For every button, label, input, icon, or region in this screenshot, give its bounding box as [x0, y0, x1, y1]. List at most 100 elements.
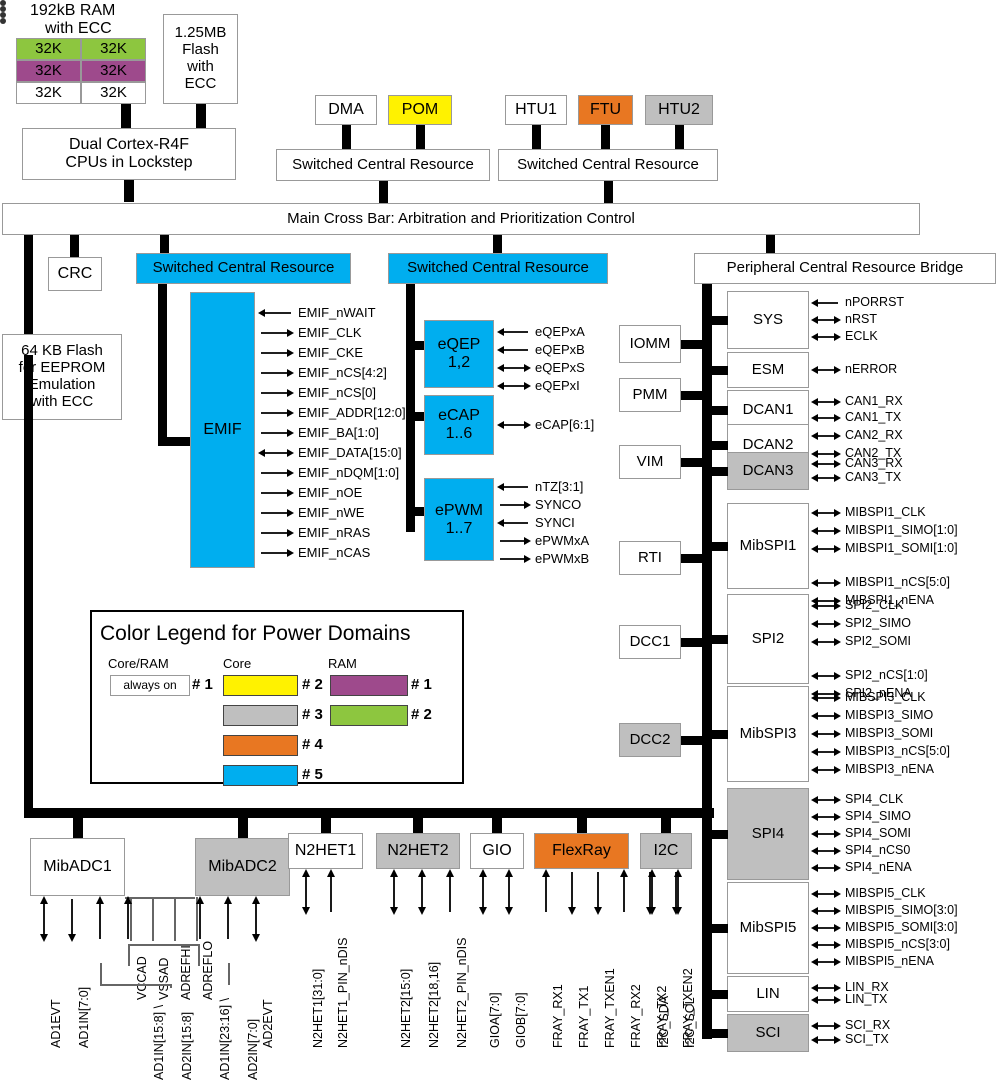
peripheral-signal-arrow-9-4: [811, 958, 841, 966]
pin-label-i2c-0: I2C_SDA: [657, 995, 671, 1048]
bottom-peripheral-n2het1: N2HET1: [288, 833, 363, 869]
peripheral-signal-arrow-10-0: [811, 984, 841, 992]
legend-swatch-always-on-label: always on: [123, 677, 177, 692]
flash-to-cpu-bus: [196, 104, 206, 128]
motor-block-ecap: eCAP 1..6: [424, 395, 494, 455]
pom-bus: [416, 125, 425, 149]
crossbar-to-crc: [70, 235, 79, 257]
pcr-left-module-vim: VIM: [619, 445, 681, 479]
pin-label-flexray-0: FRAY_RX1: [551, 984, 565, 1048]
pom-block-label: POM: [401, 101, 439, 119]
bottom-peripheral-n2het2-label: N2HET2: [387, 842, 449, 860]
emif-scr-block-label: Switched Central Resource: [152, 259, 335, 277]
legend-swatch-core-0: [223, 675, 298, 696]
peripheral-signal-label-8-0: SPI4_CLK: [845, 792, 904, 806]
peripheral-signal-arrow-7-2: [811, 730, 841, 738]
motor-signal-label-1-0: eCAP[6:1]: [535, 417, 595, 432]
peripheral-module-dcan3-label: DCAN3: [742, 461, 794, 479]
pcr-left-stub-3: [681, 554, 703, 563]
main-crossbar-label: Main Cross Bar: Arbitration and Prioriti…: [287, 209, 635, 227]
motor-signal-arrow-1-0: [497, 421, 531, 429]
pin-label-mibadc2-0: AD2EVT: [261, 999, 275, 1048]
ram-title-line1: 192kB RAM: [30, 2, 116, 19]
peripheral-signal-label-9-4: MIBSPI5_nENA: [845, 954, 934, 968]
legend-num-core-1: # 3: [302, 706, 323, 723]
peripheral-signal-arrow-4-0: [811, 460, 841, 468]
peripheral-signal-label-11-1: SCI_TX: [845, 1032, 889, 1046]
crc-block: CRC: [48, 257, 102, 291]
peripheral-signal-arrow-8-2: [811, 830, 841, 838]
pcr-left-stub-1: [681, 391, 703, 400]
emif-signal-label-9: EMIF_nOE: [298, 485, 363, 500]
adc-ref-label-3: ADREFLO: [201, 940, 215, 1000]
peripheral-signal-arrow-2-0: [811, 398, 841, 406]
ftu-block-label: FTU: [589, 101, 622, 119]
emif-signal-label-3: EMIF_nCS[4:2]: [298, 365, 387, 380]
adc-ref-line-2: [174, 897, 176, 941]
bottom-peripheral-flexray: FlexRay: [534, 833, 629, 869]
adc-bundle-wire-3: [228, 963, 230, 985]
ram-cell-3: 32K: [81, 60, 146, 82]
pin-label-mibadc1-0: AD1EVT: [49, 999, 63, 1048]
adc-share-line: [125, 897, 195, 899]
pin-arrow-gio-1: [505, 869, 513, 915]
bottom-peripheral-gio: GIO: [470, 833, 524, 869]
peripheral-signal-arrow-8-1: [811, 813, 841, 821]
adc-bundle-arrow-2: [196, 896, 204, 939]
peripheral-signal-arrow-6-0: [811, 602, 841, 610]
adc-bundle-label-2: AD1IN[23:16] \: [218, 998, 232, 1080]
scr-left-to-crossbar: [379, 181, 388, 203]
peripheral-module-dcan3: DCAN3: [727, 452, 809, 490]
pcr-left-module-rti: RTI: [619, 541, 681, 575]
emif-signal-arrow-5: [261, 409, 294, 417]
emif-signal-label-0: EMIF_nWAIT: [298, 305, 376, 320]
bottom-peripheral-mibadc1-label: MibADC1: [43, 858, 112, 876]
adc-bundle-arrow-1: [124, 896, 132, 939]
pin-arrow-mibadc1-1: [68, 899, 76, 942]
legend-header-ram: RAM: [328, 656, 357, 671]
htu2-block: HTU2: [645, 95, 713, 125]
pin-label-mibadc1-1: AD1IN[7:0]: [77, 986, 91, 1048]
peripheral-signal-label-0-1: nRST: [845, 312, 877, 326]
motor-block-epwm-label: ePWM 1..7: [435, 501, 483, 537]
adc-ref-dot-3: [0, 18, 6, 24]
pcr-left-module-rti-label: RTI: [638, 548, 662, 566]
peripheral-signal-arrow-6-1: [811, 620, 841, 628]
peripheral-module-stub-10: [712, 990, 728, 999]
peripheral-signal-arrow-8-3: [811, 847, 841, 855]
adc-bundle-label-3: AD2IN[7:0]: [246, 1018, 260, 1080]
peripheral-signal-label-7-3: MIBSPI3_nCS[5:0]: [845, 744, 950, 758]
pin-label-n2het2-0: N2HET2[15:0]: [399, 968, 413, 1048]
emif-signal-arrow-4: [261, 389, 294, 397]
cpu-block: Dual Cortex-R4F CPUs in Lockstep: [22, 128, 236, 180]
motor-signal-label-2-4: ePWMxB: [535, 551, 590, 566]
ram-cell-5-label: 32K: [100, 83, 127, 101]
bottom-peripheral-mibadc2: MibADC2: [195, 838, 290, 896]
motor-signal-arrow-2-3: [500, 537, 531, 545]
pcr-left-stub-0: [681, 340, 703, 349]
peripheral-signal-arrow-2-1: [811, 414, 841, 422]
motor-scr-block-label: Switched Central Resource: [407, 259, 589, 277]
peripheral-signal-label-9-2: MIBSPI5_SOMI[3:0]: [845, 920, 958, 934]
motor-scr-vertical: [406, 284, 415, 532]
pin-label-n2het2-1: N2HET2[18,16]: [427, 961, 441, 1048]
pcr-left-module-dcc1-label: DCC1: [629, 632, 671, 650]
peripheral-signal-label-4-0: CAN3_RX: [845, 456, 903, 470]
peripheral-signal-arrow-9-0: [811, 890, 841, 898]
peripheral-module-esm-label: ESM: [751, 360, 785, 378]
scr-right-block-label: Switched Central Resource: [517, 155, 699, 173]
legend-num-ram-0: # 1: [411, 676, 432, 693]
motor-block-eqep: eQEP 1,2: [424, 320, 494, 388]
peripheral-signal-arrow-9-2: [811, 924, 841, 932]
bottom-peripheral-stub-1: [237, 818, 248, 838]
bottom-peripheral-stub-5: [576, 818, 587, 833]
peripheral-signal-arrow-8-0: [811, 796, 841, 804]
legend-num-ram-1: # 2: [411, 706, 432, 723]
motor-signal-label-0-0: eQEPxA: [535, 324, 585, 339]
pin-label-flexray-2: FRAY_TXEN1: [603, 968, 617, 1048]
peripheral-signal-label-8-2: SPI4_SOMI: [845, 826, 911, 840]
peripheral-signal-arrow-10-1: [811, 996, 841, 1004]
htu1-block: HTU1: [505, 95, 567, 125]
pcr-left-module-dcc1: DCC1: [619, 625, 681, 659]
scr-left-block-label: Switched Central Resource: [292, 155, 474, 173]
